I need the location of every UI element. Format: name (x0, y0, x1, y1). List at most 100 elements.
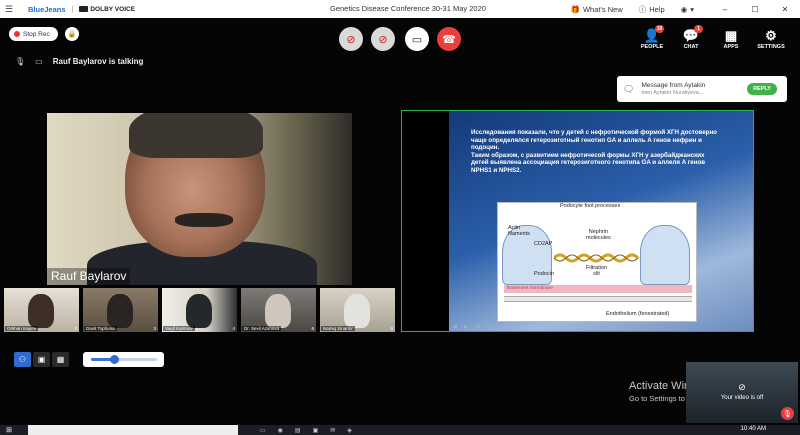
help-icon: ⓘ (638, 4, 647, 14)
meeting-lock-button[interactable]: 🔒 (65, 27, 79, 41)
people-button[interactable]: 👤 10 PEOPLE (636, 25, 668, 50)
hang-up-icon: ☎ (442, 33, 456, 46)
apps-label: APPS (723, 44, 739, 50)
layout-speaker-icon[interactable]: ⚇ (14, 352, 31, 367)
speaker-hair (129, 113, 263, 158)
brand-logo: BlueJeans (28, 4, 66, 14)
windows-taskbar: ⊞ ▭ ◉ ▤ ▣ ✉ ◈ 10:40 AM (0, 425, 800, 435)
browser-icon[interactable]: ◉ (278, 427, 283, 434)
participant-number: 2 (74, 326, 77, 331)
apps-button[interactable]: ▦ APPS (715, 27, 747, 50)
leave-call-button[interactable]: ☎ (437, 27, 461, 51)
account-menu[interactable]: ◉ ▾ (681, 5, 694, 14)
people-count-badge: 10 (655, 25, 664, 33)
video-mute-button[interactable]: ⊘ (339, 27, 363, 51)
active-speaker-indicator: 🎙 ▭ Rauf Baylarov is talking (15, 57, 143, 66)
video-off-icon: ⊘ (738, 382, 746, 392)
diagram-label-podocin: Podocin (534, 271, 554, 277)
participant-name: Orkhan Isayev (5, 326, 39, 331)
mail-icon[interactable]: ✉ (330, 427, 335, 434)
slide-paragraph-2: Таким образом, с развитием нефротичесой … (471, 151, 706, 174)
layout-people-icon[interactable]: ▣ (33, 352, 50, 367)
title-bar: ☰ BlueJeans | DOLBY VOICE Genetics Disea… (0, 0, 800, 18)
shared-content-panel: Исследования показали, что у детей с неф… (401, 110, 754, 332)
participant-thumbnail[interactable]: Orkhan Isayev 2 (4, 288, 79, 332)
minimize-button[interactable]: – (710, 5, 740, 14)
participant-figure (344, 294, 370, 328)
close-button[interactable]: ✕ (770, 5, 800, 14)
foot-process-right (640, 225, 690, 285)
chevron-down-icon: ▾ (690, 4, 694, 14)
diagram-label-nephrin: Nephrin molecules (586, 229, 611, 241)
participant-name: Dr. Sevil Azimova (242, 326, 282, 331)
mic-off-icon: ⊘ (378, 33, 388, 46)
diagram-label-basement: Basement membrane (507, 286, 553, 291)
participant-number: 3 (153, 326, 156, 331)
podocyte-diagram: Podocyte foot processes Actin filaments … (497, 202, 697, 322)
reply-button[interactable]: REPLY (747, 83, 777, 95)
participant-thumbnail[interactable]: Davit Tophuria 3 (83, 288, 158, 332)
basement-membrane: Basement membrane (504, 285, 692, 293)
record-dot-icon (14, 31, 20, 37)
task-view-icon[interactable]: ▭ (260, 427, 266, 434)
hamburger-menu-icon[interactable]: ☰ (0, 4, 18, 15)
speaker-name-label: Rauf Baylarov (47, 268, 131, 285)
help-button[interactable]: ⓘ Help (639, 4, 665, 15)
active-speaker-label: Rauf Baylarov is talking (52, 57, 144, 66)
taskbar-search-box[interactable] (28, 425, 238, 435)
diagram-label-cd2ap: CD2AP (534, 241, 553, 247)
whats-new-button[interactable]: 🎁 What's New (571, 5, 623, 14)
content-zoom-slider[interactable] (83, 352, 164, 367)
window-title: Genetics Disease Conference 30-31 May 20… (330, 4, 486, 13)
participant-thumbnail[interactable]: Namiq Xinarov 8 (320, 288, 395, 332)
brand-separator: | (71, 5, 74, 13)
participant-figure (107, 294, 133, 328)
slide-text: Исследования показали, что у детей с неф… (471, 129, 721, 175)
diagram-label-actin: Actin filaments (508, 225, 531, 237)
lock-icon: 🔒 (67, 31, 77, 38)
screen-share-button[interactable]: ▭ (405, 27, 429, 51)
people-icon: 👤 10 (643, 25, 664, 43)
diagram-label-filtration: Filtration slit (586, 265, 608, 277)
screen-share-icon: ▭ (411, 33, 423, 46)
participant-thumbnail[interactable]: Vaqif Karimov 4 (162, 288, 237, 332)
help-label: Help (649, 4, 665, 14)
nephrin-chain (554, 253, 640, 263)
slide-navigation-icons[interactable]: ◀ ▶ ▤ ⚲ (453, 324, 494, 330)
chat-label: CHAT (683, 44, 699, 50)
taskbar-clock: 10:40 AM (740, 426, 766, 432)
slider-handle[interactable] (110, 355, 120, 364)
store-icon[interactable]: ▣ (313, 427, 319, 434)
whats-new-label: What's New (582, 4, 623, 14)
settings-label: SETTINGS (757, 44, 785, 50)
message-icon: 🗨 (623, 83, 635, 94)
layout-gallery-icon[interactable]: ▦ (52, 352, 69, 367)
windows-start-icon[interactable]: ⊞ (0, 426, 18, 434)
chat-button[interactable]: 💬 1 CHAT (675, 25, 707, 50)
chat-notification[interactable]: 🗨 Message from Aytakin men Aytakin Nural… (617, 76, 787, 102)
people-label: PEOPLE (640, 44, 664, 50)
participant-name: Davit Tophuria (84, 326, 117, 331)
settings-button[interactable]: ⚙ SETTINGS (755, 27, 787, 50)
folder-icon[interactable]: ▤ (295, 427, 301, 434)
notification-title: Message from Aytakin (641, 82, 706, 89)
gear-icon: ⚙ (765, 28, 777, 43)
participant-thumbnail[interactable]: Dr. Sevil Azimova 6 (241, 288, 316, 332)
dolby-voice-logo: DOLBY VOICE (79, 6, 135, 13)
audio-mute-button[interactable]: ⊘ (371, 27, 395, 51)
diagram-label-endothelium: Endothelium (fenestrated) (606, 311, 670, 317)
participant-figure (28, 294, 54, 328)
self-view-tile[interactable]: ⊘ Your video is off 🎙 (686, 362, 798, 423)
participant-figure (186, 294, 212, 328)
bluejeans-icon[interactable]: ◈ (347, 427, 352, 434)
stop-recording-button[interactable]: Stop Rec (9, 27, 58, 41)
maximize-button[interactable]: ☐ (740, 5, 770, 14)
participant-name: Namiq Xinarov (321, 326, 355, 331)
participant-name: Vaqif Karimov (163, 326, 195, 331)
dolby-label: DOLBY VOICE (90, 5, 136, 13)
taskbar-apps: ▭ ◉ ▤ ▣ ✉ ◈ (260, 427, 352, 434)
apps-grid-icon: ▦ (724, 28, 738, 43)
user-icon: ◉ (680, 4, 688, 14)
layout-selector: ⚇ ▣ ▦ (14, 352, 69, 367)
mic-muted-icon[interactable]: 🎙 (781, 407, 794, 420)
